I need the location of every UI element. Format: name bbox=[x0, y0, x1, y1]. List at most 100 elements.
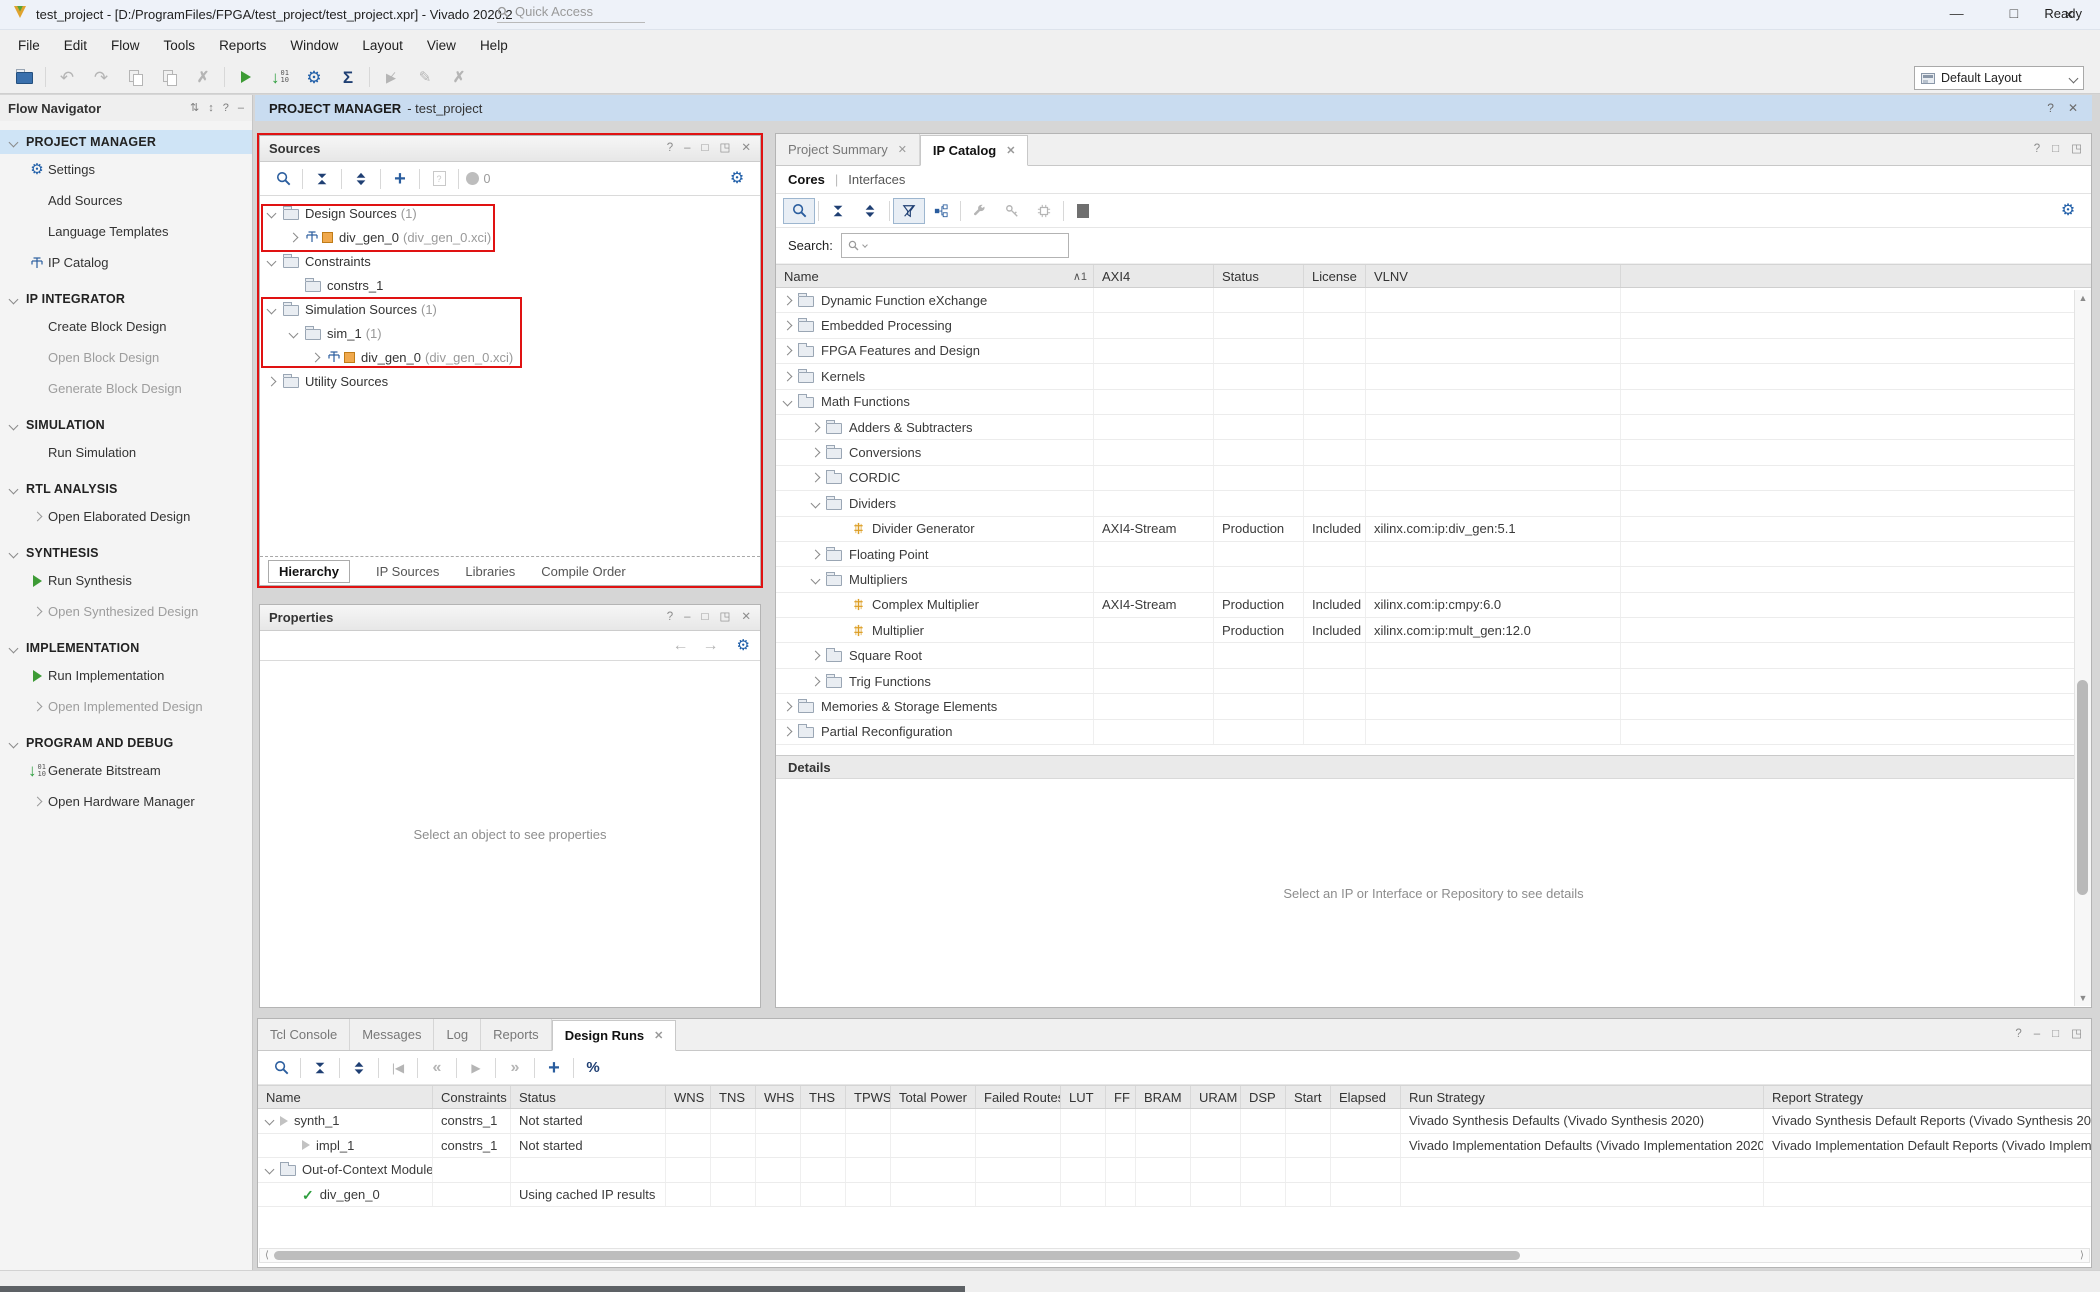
expander-open-icon[interactable] bbox=[811, 498, 821, 508]
column-header-report-strategy[interactable]: Report Strategy bbox=[1764, 1086, 2091, 1108]
tab-close-icon[interactable]: ✕ bbox=[898, 143, 907, 156]
window-minimize-icon[interactable]: — bbox=[1950, 6, 1964, 23]
close-icon[interactable]: ✕ bbox=[2068, 102, 2078, 114]
expander-open-icon[interactable] bbox=[9, 643, 19, 653]
expander-closed-icon[interactable] bbox=[811, 676, 821, 686]
column-header-vlnv[interactable]: VLNV bbox=[1366, 265, 1621, 287]
expander-closed-icon[interactable] bbox=[32, 702, 42, 712]
catalog-row-kernels[interactable]: Kernels bbox=[776, 364, 2091, 389]
fnav-item-language-templates[interactable]: Language Templates bbox=[0, 216, 252, 247]
expander-open-icon[interactable] bbox=[9, 294, 19, 304]
fnav-section-implementation[interactable]: IMPLEMENTATION bbox=[0, 636, 252, 660]
run-row-out-of-context-module-runs[interactable]: Out-of-Context Module Runs bbox=[258, 1158, 2091, 1183]
catalog-row-multipliers[interactable]: Multipliers bbox=[776, 567, 2091, 592]
fnav-item-create-block-design[interactable]: Create Block Design bbox=[0, 311, 252, 342]
minimize-icon[interactable]: ‒ bbox=[684, 612, 690, 624]
catalog-row-dynamic-function-exchange[interactable]: Dynamic Function eXchange bbox=[776, 288, 2091, 313]
scroll-right-icon[interactable]: ⟩ bbox=[2075, 1249, 2089, 1262]
tree-item-Utility Sources[interactable]: Utility Sources bbox=[260, 369, 760, 393]
fnav-item-run-implementation[interactable]: Run Implementation bbox=[0, 660, 252, 691]
sources-tab-ip-sources[interactable]: IP Sources bbox=[376, 564, 439, 579]
tree-item-div_gen_0[interactable]: div_gen_0 (div_gen_0.xci) bbox=[260, 345, 760, 369]
catalog-search-box[interactable] bbox=[841, 233, 1069, 258]
tree-item-sim_1[interactable]: sim_1 (1) bbox=[260, 321, 760, 345]
fnav-section-synthesis[interactable]: SYNTHESIS bbox=[0, 541, 252, 565]
menu-help[interactable]: Help bbox=[468, 33, 520, 58]
layout-selector[interactable]: Default Layout bbox=[1914, 66, 2084, 90]
help-icon[interactable]: ? bbox=[2047, 102, 2054, 114]
menu-window[interactable]: Window bbox=[278, 33, 350, 58]
tab-close-icon[interactable]: ✕ bbox=[1006, 144, 1015, 157]
close-icon[interactable]: ✕ bbox=[741, 612, 751, 624]
tab-ip-catalog[interactable]: IP Catalog✕ bbox=[920, 135, 1029, 166]
fnav-item-settings[interactable]: ⚙Settings bbox=[0, 154, 252, 185]
float-icon[interactable]: ◳ bbox=[719, 143, 730, 155]
run-row-div_gen_0[interactable]: ✓div_gen_0Using cached IP results bbox=[258, 1183, 2091, 1208]
float-icon[interactable]: ◳ bbox=[2071, 1029, 2082, 1041]
tree-item-Design Sources[interactable]: Design Sources (1) bbox=[260, 201, 760, 225]
expander-open-icon[interactable] bbox=[265, 1116, 275, 1126]
back-icon[interactable]: ← bbox=[673, 638, 689, 654]
catalog-row-math-functions[interactable]: Math Functions bbox=[776, 390, 2091, 415]
forward-icon[interactable]: → bbox=[703, 638, 719, 654]
column-header-whs[interactable]: WHS bbox=[756, 1086, 801, 1108]
fnav-item-open-block-design[interactable]: Open Block Design bbox=[0, 342, 252, 373]
fnav-item-ip-catalog[interactable]: IP Catalog bbox=[0, 247, 252, 278]
fnav-section-program-and-debug[interactable]: PROGRAM AND DEBUG bbox=[0, 731, 252, 755]
expander-open-icon[interactable] bbox=[289, 328, 299, 338]
expander-open-icon[interactable] bbox=[267, 256, 277, 266]
column-header-name[interactable]: Name bbox=[258, 1086, 433, 1108]
help-icon[interactable]: ? bbox=[667, 612, 673, 624]
fnav-section-ip-integrator[interactable]: IP INTEGRATOR bbox=[0, 287, 252, 311]
expander-open-icon[interactable] bbox=[265, 1165, 275, 1175]
sources-tab-hierarchy[interactable]: Hierarchy bbox=[268, 560, 350, 583]
column-header-dsp[interactable]: DSP bbox=[1241, 1086, 1286, 1108]
close-icon[interactable]: ✕ bbox=[741, 143, 751, 155]
minimize-icon[interactable]: ‒ bbox=[684, 143, 690, 155]
fnav-item-run-simulation[interactable]: Run Simulation bbox=[0, 437, 252, 468]
expander-closed-icon[interactable] bbox=[783, 321, 793, 331]
catalog-row-partial-reconfiguration[interactable]: Partial Reconfiguration bbox=[776, 720, 2091, 745]
expander-open-icon[interactable] bbox=[9, 484, 19, 494]
expand-collapse-icon[interactable]: ↕ bbox=[208, 103, 214, 114]
subtab-cores[interactable]: Cores bbox=[788, 172, 825, 187]
collapse-icon[interactable] bbox=[304, 1055, 336, 1081]
quick-access[interactable]: Quick Access bbox=[497, 4, 645, 23]
catalog-row-conversions[interactable]: Conversions bbox=[776, 440, 2091, 465]
catalog-row-fpga-features-and-design[interactable]: FPGA Features and Design bbox=[776, 339, 2091, 364]
fnav-section-rtl-analysis[interactable]: RTL ANALYSIS bbox=[0, 477, 252, 501]
sources-tab-libraries[interactable]: Libraries bbox=[465, 564, 515, 579]
expander-closed-icon[interactable] bbox=[811, 422, 821, 432]
search-icon[interactable] bbox=[265, 1055, 297, 1081]
fnav-item-open-synthesized-design[interactable]: Open Synthesized Design bbox=[0, 596, 252, 627]
expand-icon[interactable] bbox=[343, 1055, 375, 1081]
menu-edit[interactable]: Edit bbox=[52, 33, 99, 58]
column-header-status[interactable]: Status bbox=[1214, 265, 1304, 287]
column-header-elapsed[interactable]: Elapsed bbox=[1331, 1086, 1401, 1108]
expander-open-icon[interactable] bbox=[267, 208, 277, 218]
expander-closed-icon[interactable] bbox=[783, 727, 793, 737]
catalog-row-square-root[interactable]: Square Root bbox=[776, 643, 2091, 668]
menu-file[interactable]: File bbox=[6, 33, 52, 58]
catalog-row-floating-point[interactable]: Floating Point bbox=[776, 542, 2091, 567]
expander-closed-icon[interactable] bbox=[289, 232, 299, 242]
tab-design-runs[interactable]: Design Runs✕ bbox=[552, 1020, 677, 1051]
menu-tools[interactable]: Tools bbox=[152, 33, 208, 58]
help-icon[interactable]: ? bbox=[2034, 144, 2040, 156]
tab-project-summary[interactable]: Project Summary✕ bbox=[776, 134, 920, 165]
minimize-icon[interactable]: ‒ bbox=[238, 103, 244, 114]
tab-messages[interactable]: Messages bbox=[350, 1019, 434, 1050]
open-project-icon[interactable] bbox=[8, 64, 40, 90]
horizontal-scrollbar[interactable]: ⟨ ⟩ bbox=[259, 1248, 2090, 1263]
expander-closed-icon[interactable] bbox=[811, 473, 821, 483]
expander-open-icon[interactable] bbox=[9, 137, 19, 147]
fnav-item-run-synthesis[interactable]: Run Synthesis bbox=[0, 565, 252, 596]
expander-closed-icon[interactable] bbox=[783, 701, 793, 711]
column-header-total-power[interactable]: Total Power bbox=[891, 1086, 976, 1108]
fnav-item-open-implemented-design[interactable]: Open Implemented Design bbox=[0, 691, 252, 722]
tree-item-div_gen_0[interactable]: div_gen_0 (div_gen_0.xci) bbox=[260, 225, 760, 249]
menu-view[interactable]: View bbox=[415, 33, 468, 58]
help-icon[interactable]: ? bbox=[2015, 1029, 2021, 1041]
percent-icon[interactable]: % bbox=[577, 1055, 609, 1081]
scroll-up-icon[interactable]: ▲ bbox=[2075, 290, 2091, 306]
